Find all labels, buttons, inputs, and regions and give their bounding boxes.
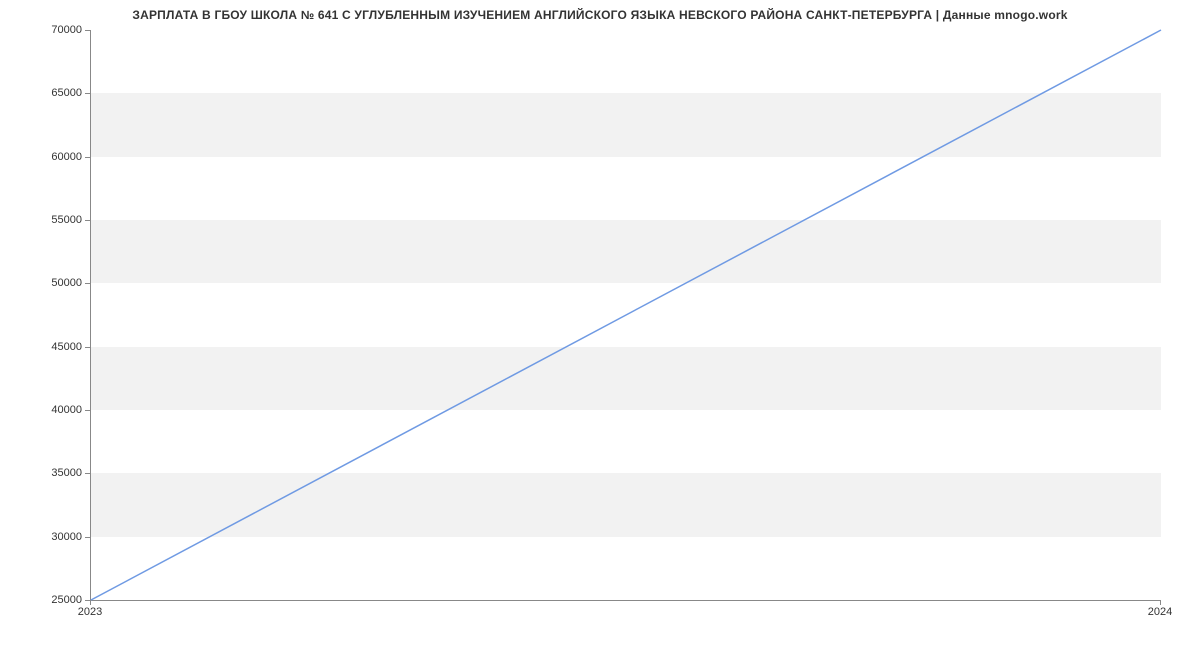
y-tick-mark: [85, 283, 90, 284]
y-tick-label: 40000: [2, 404, 82, 416]
y-tick-label: 30000: [2, 531, 82, 543]
y-tick-label: 50000: [2, 277, 82, 289]
y-tick-mark: [85, 93, 90, 94]
y-tick-label: 25000: [2, 594, 82, 606]
y-tick-mark: [85, 30, 90, 31]
chart-title: ЗАРПЛАТА В ГБОУ ШКОЛА № 641 С УГЛУБЛЕННЫ…: [0, 8, 1200, 22]
y-tick-mark: [85, 537, 90, 538]
data-line: [91, 30, 1161, 600]
line-series: [91, 30, 1161, 600]
x-tick-mark: [90, 600, 91, 605]
x-tick-label: 2023: [78, 606, 102, 618]
plot-area: [90, 30, 1161, 601]
x-tick-mark: [1160, 600, 1161, 605]
y-tick-mark: [85, 220, 90, 221]
y-tick-label: 45000: [2, 341, 82, 353]
y-tick-mark: [85, 410, 90, 411]
y-tick-label: 60000: [2, 151, 82, 163]
y-tick-mark: [85, 347, 90, 348]
y-tick-label: 35000: [2, 467, 82, 479]
y-tick-label: 55000: [2, 214, 82, 226]
y-tick-mark: [85, 473, 90, 474]
y-tick-label: 70000: [2, 24, 82, 36]
chart-container: ЗАРПЛАТА В ГБОУ ШКОЛА № 641 С УГЛУБЛЕННЫ…: [0, 0, 1200, 650]
y-tick-label: 65000: [2, 87, 82, 99]
y-tick-mark: [85, 157, 90, 158]
x-tick-label: 2024: [1148, 606, 1172, 618]
